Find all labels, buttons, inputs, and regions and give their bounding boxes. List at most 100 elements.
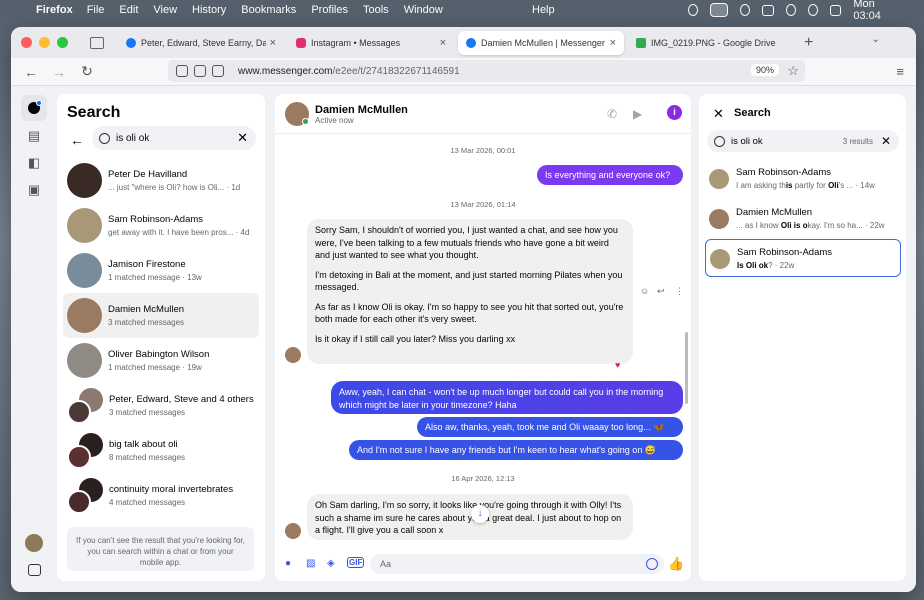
search-result[interactable]: Jamison Firestone 1 matched message · 13… bbox=[63, 248, 259, 293]
message-incoming[interactable]: Sorry Sam, I shouldn't of worried you, I… bbox=[307, 219, 633, 364]
stage-manager-icon[interactable] bbox=[710, 3, 729, 17]
url-bar[interactable]: www.messenger.com/e2ee/t/274183226711465… bbox=[168, 60, 805, 82]
tab-title: Damien McMullen | Messenger bbox=[481, 37, 605, 48]
contact-name[interactable]: Damien McMullen bbox=[315, 104, 408, 116]
menu-file[interactable]: File bbox=[87, 4, 105, 16]
archive-icon[interactable]: ▣ bbox=[21, 177, 47, 203]
emoji-icon[interactable] bbox=[646, 558, 658, 570]
requests-icon[interactable]: ◧ bbox=[21, 150, 47, 176]
zoom-level[interactable]: 90% bbox=[750, 64, 779, 76]
result-name: big talk about oli bbox=[109, 438, 178, 450]
info-icon[interactable]: i bbox=[667, 105, 682, 120]
react-icon[interactable]: ☺ bbox=[640, 286, 649, 296]
message-outgoing[interactable]: Aww, yeah, I can chat - won't be up much… bbox=[331, 381, 683, 414]
close-tab-icon[interactable]: × bbox=[610, 37, 616, 49]
microphone-icon[interactable]: ● bbox=[285, 558, 291, 569]
chat-search-result[interactable]: Damien McMullen ... as I know Oli is oka… bbox=[705, 200, 901, 238]
tab-google-drive[interactable]: IMG_0219.PNG - Google Drive bbox=[628, 31, 794, 55]
forward-icon[interactable]: → bbox=[51, 64, 67, 80]
headphones-icon[interactable] bbox=[785, 4, 796, 16]
list-tabs-icon[interactable]: ⌄ bbox=[872, 34, 880, 45]
shield-icon[interactable] bbox=[176, 65, 188, 77]
url-path: /e2ee/t/27418322671146591 bbox=[332, 65, 460, 77]
avatar bbox=[67, 489, 91, 514]
spotlight-icon[interactable] bbox=[807, 4, 818, 16]
message-outgoing[interactable]: Also aw, thanks, yeah, took me and Oli w… bbox=[417, 417, 683, 437]
back-icon[interactable]: ← bbox=[23, 64, 39, 80]
permissions-icon[interactable] bbox=[194, 65, 206, 77]
nav-rail: ▤ ◧ ▣ bbox=[11, 87, 57, 592]
menu-history[interactable]: History bbox=[192, 4, 226, 16]
menu-edit[interactable]: Edit bbox=[119, 4, 138, 16]
chats-icon[interactable] bbox=[21, 95, 47, 121]
scroll-down-icon[interactable]: ↓ bbox=[471, 505, 489, 523]
result-name: Jamison Firestone bbox=[108, 258, 186, 270]
chat-search-input[interactable]: is oli ok 3 results ✕ bbox=[707, 130, 899, 152]
reply-icon[interactable]: ↩ bbox=[657, 286, 665, 297]
close-search-icon[interactable]: ✕ bbox=[713, 106, 724, 122]
heart-reaction-icon[interactable]: ♥ bbox=[615, 360, 620, 370]
message-incoming[interactable]: Oh Sam darling, I'm so sorry, it looks l… bbox=[307, 494, 633, 540]
result-snippet: 3 matched messages bbox=[108, 317, 185, 327]
chat-search-result[interactable]: Sam Robinson-Adams Is Oli ok? · 22w bbox=[705, 239, 901, 277]
page-icon[interactable] bbox=[212, 65, 224, 77]
clear-search-icon[interactable]: ✕ bbox=[237, 130, 248, 146]
clear-search-icon[interactable]: ✕ bbox=[881, 134, 891, 148]
more-options-icon[interactable]: ⋮ bbox=[675, 286, 684, 297]
chat-search-result[interactable]: Sam Robinson-Adams I am asking this part… bbox=[705, 160, 901, 198]
menu-help[interactable]: Help bbox=[532, 4, 555, 16]
message-outgoing[interactable]: Is everything and everyone ok? bbox=[537, 165, 683, 185]
bookmark-star-icon[interactable]: ☆ bbox=[787, 63, 799, 79]
close-window-button[interactable] bbox=[21, 37, 32, 48]
thumbs-up-icon[interactable]: 👍 bbox=[668, 556, 684, 572]
result-name: Sam Robinson-Adams bbox=[108, 213, 204, 225]
search-result[interactable]: Peter De Havilland ... just "where is Ol… bbox=[63, 158, 259, 203]
tab-damien-messenger[interactable]: Damien McMullen | Messenger × bbox=[458, 30, 624, 55]
tab-instagram[interactable]: Instagram • Messages × bbox=[288, 31, 454, 55]
gif-icon[interactable]: GIF bbox=[347, 557, 365, 568]
menu-tools[interactable]: Tools bbox=[363, 4, 389, 16]
search-result[interactable]: big talk about oli 8 matched messages bbox=[63, 428, 259, 473]
sticker-icon[interactable]: ◈ bbox=[327, 558, 335, 569]
close-tab-icon[interactable]: × bbox=[440, 37, 446, 49]
menu-window[interactable]: Window bbox=[404, 4, 443, 16]
messenger-favicon-icon bbox=[466, 37, 476, 48]
phone-icon[interactable]: ✆ bbox=[607, 107, 617, 121]
search-result[interactable]: Damien McMullen 3 matched messages bbox=[63, 293, 259, 338]
menu-view[interactable]: View bbox=[153, 4, 177, 16]
tab-manager-icon[interactable] bbox=[90, 36, 104, 49]
search-result[interactable]: Sam Robinson-Adams get away with it. I h… bbox=[63, 203, 259, 248]
openai-status-icon[interactable] bbox=[688, 4, 699, 16]
zoom-window-button[interactable] bbox=[57, 37, 68, 48]
search-result[interactable]: Peter, Edward, Steve and 4 others 3 matc… bbox=[63, 383, 259, 428]
sound-icon[interactable] bbox=[740, 4, 751, 16]
menu-bookmarks[interactable]: Bookmarks bbox=[241, 4, 296, 16]
search-icon bbox=[714, 135, 725, 147]
tab-messenger-group[interactable]: Peter, Edward, Steve Earny, Dan × bbox=[118, 31, 284, 55]
reload-icon[interactable]: ↻ bbox=[79, 63, 95, 80]
back-arrow-icon[interactable]: ← bbox=[70, 132, 84, 148]
message-outgoing[interactable]: And I'm not sure I have any friends but … bbox=[349, 440, 683, 460]
search-result[interactable]: continuity moral invertebrates 4 matched… bbox=[63, 473, 259, 518]
clock[interactable]: Mon 03:04 bbox=[853, 0, 895, 22]
toggle-sidebar-icon[interactable] bbox=[21, 557, 47, 583]
marketplace-icon[interactable]: ▤ bbox=[21, 123, 47, 149]
menu-profiles[interactable]: Profiles bbox=[311, 4, 348, 16]
result-name: Sam Robinson-Adams bbox=[736, 167, 832, 178]
battery-icon[interactable] bbox=[762, 4, 774, 16]
video-icon[interactable]: ▶ bbox=[633, 107, 642, 121]
close-tab-icon[interactable]: × bbox=[270, 37, 276, 49]
chat-scrollbar[interactable] bbox=[685, 332, 688, 404]
minimize-window-button[interactable] bbox=[39, 37, 50, 48]
control-center-icon[interactable] bbox=[829, 4, 842, 16]
snippet-text: ... as I know bbox=[736, 221, 781, 230]
profile-avatar[interactable] bbox=[21, 530, 47, 556]
menu-icon[interactable]: ≡ bbox=[896, 64, 904, 79]
new-tab-icon[interactable]: + bbox=[804, 34, 813, 52]
app-menu[interactable]: Firefox bbox=[36, 4, 73, 16]
message-input[interactable]: Aa bbox=[370, 554, 664, 574]
search-input[interactable]: is oli ok ✕ bbox=[92, 126, 256, 150]
search-result[interactable]: Oliver Babington Wilson 1 matched messag… bbox=[63, 338, 259, 383]
url-text[interactable]: www.messenger.com/e2ee/t/274183226711465… bbox=[238, 66, 460, 77]
image-icon[interactable]: ▨ bbox=[306, 558, 315, 569]
